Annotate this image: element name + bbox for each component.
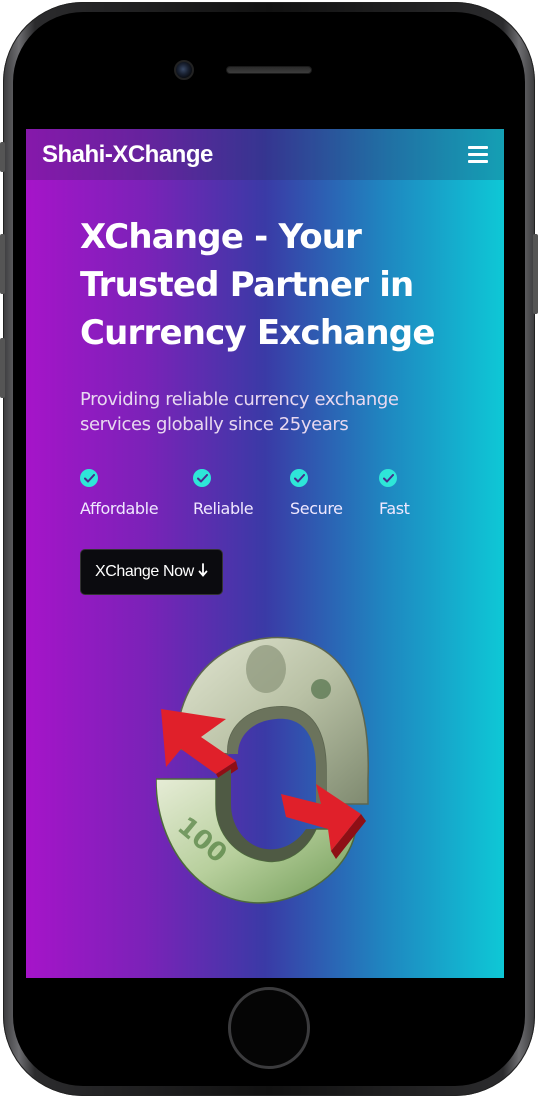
feature-label: Affordable — [80, 499, 159, 518]
feature-secure: Secure — [290, 469, 343, 518]
check-circle-icon — [290, 469, 308, 487]
feature-reliable: Reliable — [193, 469, 254, 518]
check-circle-icon — [193, 469, 211, 487]
feature-label: Fast — [379, 499, 410, 518]
volume-down-button — [0, 338, 5, 398]
earpiece-speaker — [226, 66, 312, 74]
navbar: Shahi-XChange — [26, 129, 504, 180]
check-circle-icon — [379, 469, 397, 487]
feature-label: Reliable — [193, 499, 254, 518]
feature-list: Affordable Reliable Secure Fast — [80, 469, 460, 529]
hero-title: XChange - Your Trusted Partner in Curren… — [80, 217, 435, 353]
mute-switch — [0, 142, 5, 172]
app-screen: Shahi-XChange XChange - Your Trusted Par… — [26, 129, 504, 978]
check-circle-icon — [80, 469, 98, 487]
feature-label: Secure — [290, 499, 343, 518]
hamburger-menu-icon[interactable] — [468, 146, 488, 163]
feature-affordable: Affordable — [80, 469, 159, 518]
hero-subtitle: Providing reliable currency exchange ser… — [80, 389, 399, 435]
xchange-now-button[interactable]: XChange Now — [80, 549, 223, 595]
currency-exchange-arrows-image: 100 — [156, 636, 369, 904]
feature-fast: Fast — [379, 469, 410, 518]
cta-label: XChange Now — [95, 563, 194, 580]
power-button — [533, 234, 538, 314]
brand-logo[interactable]: Shahi-XChange — [42, 141, 213, 169]
front-camera — [174, 60, 194, 80]
home-button — [228, 987, 310, 1069]
arrow-down-icon — [198, 562, 208, 582]
volume-up-button — [0, 234, 5, 294]
